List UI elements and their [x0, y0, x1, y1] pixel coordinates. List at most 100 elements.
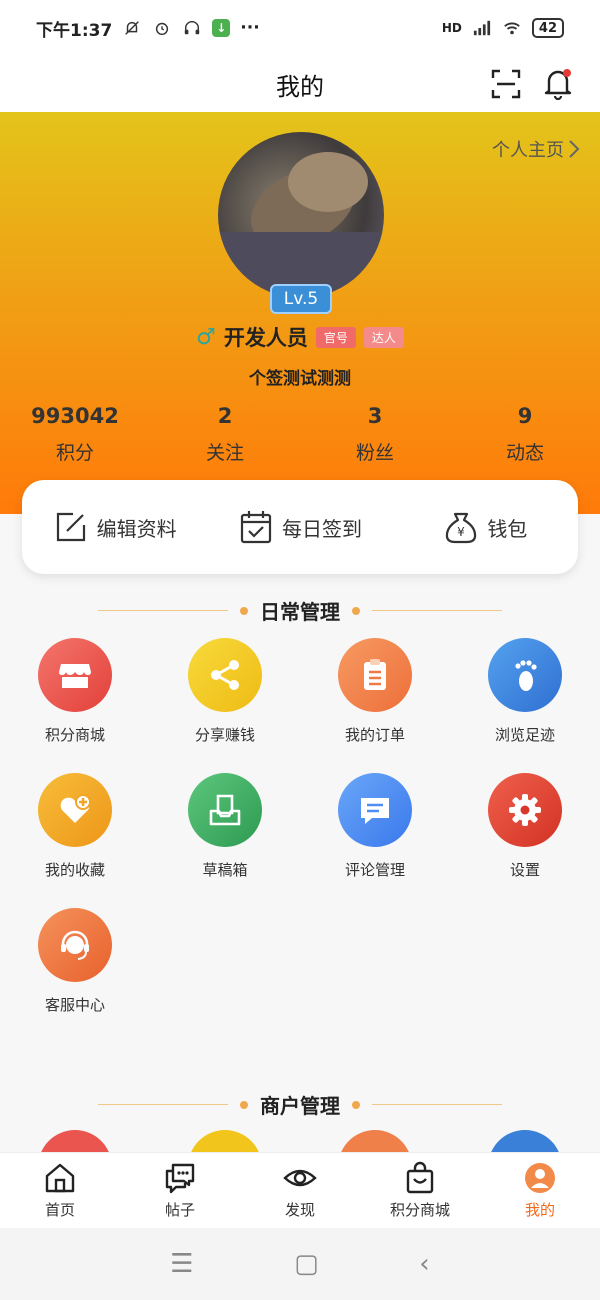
item-label: 我的订单 [344, 726, 405, 744]
nav-label: 积分商城 [389, 1201, 450, 1219]
nav-label: 发现 [284, 1201, 315, 1219]
edit-icon [56, 512, 85, 542]
status-time: 下午1:37 [36, 20, 113, 41]
nav-label: 帖子 [164, 1201, 195, 1219]
divider [372, 1104, 502, 1105]
nav-home[interactable]: 首页 [0, 1153, 120, 1228]
nav-posts[interactable]: 帖子 [120, 1153, 240, 1228]
item-label: 分享赚钱 [194, 726, 255, 744]
nav-label: 首页 [44, 1201, 75, 1219]
stat-label: 动态 [505, 442, 544, 464]
stat-value: 9 [517, 404, 533, 428]
merchant-item-3[interactable] [300, 1130, 450, 1152]
share-earn-item[interactable]: 分享赚钱 [150, 638, 300, 745]
divider [98, 610, 228, 611]
headphones-icon [182, 18, 202, 38]
money-bag-icon: ¥ [446, 512, 477, 544]
my-favorites-item[interactable]: 我的收藏 [0, 773, 150, 880]
item-label: 评论管理 [344, 861, 405, 879]
dot [240, 606, 248, 615]
heart-plus-icon [38, 773, 112, 847]
status-bar: 下午1:37 ↓ ··· HD 42 [0, 0, 600, 56]
page-title: 我的 [276, 72, 324, 101]
profile-header: 个人主页 Lv.5 ♂ 开发人员 官号 达人 个签测试测测 993042 积分 … [0, 112, 600, 514]
level-badge: Lv.5 [270, 284, 332, 314]
item-label: 积分商城 [44, 726, 105, 744]
edit-profile-button[interactable]: 编辑资料 [22, 509, 207, 545]
merchant-item-1[interactable] [0, 1130, 150, 1152]
stats-row: 993042 积分 2 关注 3 粉丝 9 动态 [0, 404, 600, 465]
section-merchant-header: 商户管理 [0, 1090, 600, 1119]
signal-icon [472, 18, 492, 38]
inbox-icon [188, 773, 262, 847]
male-icon: ♂ [196, 324, 216, 350]
title-bar: 我的 [0, 56, 600, 112]
nav-discover[interactable]: 发现 [240, 1153, 360, 1228]
daily-management-grid: 积分商城 分享赚钱 我的订单 浏览足迹 我的收藏 草稿箱 评论管理 设置 客服中… [0, 638, 600, 1015]
divider [98, 1104, 228, 1105]
drafts-item[interactable]: 草稿箱 [150, 773, 300, 880]
alarm-icon [152, 18, 172, 38]
wallet-button[interactable]: ¥ 钱包 [393, 509, 578, 545]
gear-icon [488, 773, 562, 847]
back-icon[interactable]: ‹ [419, 1249, 429, 1279]
daily-checkin-label: 每日签到 [281, 516, 362, 541]
chat-icon [165, 1163, 195, 1194]
stat-label: 关注 [205, 442, 244, 464]
notification-bell-icon[interactable] [542, 66, 574, 101]
calendar-check-icon [240, 511, 272, 544]
wallet-label: 钱包 [487, 516, 528, 541]
stat-points[interactable]: 993042 积分 [0, 404, 150, 465]
stat-following[interactable]: 2 关注 [150, 404, 300, 465]
chevron-right-icon [569, 140, 580, 158]
personal-homepage-label: 个人主页 [492, 140, 564, 161]
edit-profile-label: 编辑资料 [96, 516, 177, 541]
item-label: 我的收藏 [44, 861, 105, 879]
item-label: 草稿箱 [202, 861, 248, 879]
download-icon: ↓ [212, 19, 231, 37]
merchant-icons-peek [0, 1130, 600, 1152]
nav-points-mall[interactable]: 积分商城 [360, 1153, 480, 1228]
item-label: 设置 [509, 861, 540, 879]
settings-item[interactable]: 设置 [450, 773, 600, 880]
avatar-cat-head-shape [288, 152, 368, 212]
comment-icon [338, 773, 412, 847]
battery-indicator: 42 [531, 18, 564, 38]
browse-history-item[interactable]: 浏览足迹 [450, 638, 600, 745]
home-icon [45, 1163, 75, 1193]
system-nav-bar: ☰ ▢ ‹ [0, 1228, 600, 1300]
more-dots-icon: ··· [240, 18, 260, 38]
dot [240, 1100, 248, 1109]
stat-value: 993042 [31, 404, 119, 428]
section-daily-header: 日常管理 [0, 596, 600, 625]
daily-checkin-button[interactable]: 每日签到 [207, 509, 392, 545]
home-square-icon[interactable]: ▢ [294, 1249, 319, 1279]
stat-posts[interactable]: 9 动态 [450, 404, 600, 465]
stat-value: 3 [367, 404, 383, 428]
official-tag: 官号 [315, 326, 356, 348]
bottom-nav: 首页 帖子 发现 积分商城 我的 [0, 1152, 600, 1228]
customer-service-item[interactable]: 客服中心 [0, 908, 150, 1015]
mute-bell-icon [122, 18, 142, 38]
merchant-item-4[interactable] [450, 1130, 600, 1152]
expert-tag: 达人 [363, 326, 404, 348]
stat-followers[interactable]: 3 粉丝 [300, 404, 450, 465]
footprint-icon [488, 638, 562, 712]
scan-icon[interactable] [490, 68, 522, 100]
personal-homepage-link[interactable]: 个人主页 [492, 136, 580, 162]
points-mall-item[interactable]: 积分商城 [0, 638, 150, 745]
comment-management-item[interactable]: 评论管理 [300, 773, 450, 880]
menu-icon[interactable]: ☰ [170, 1249, 193, 1279]
signature: 个签测试测测 [249, 369, 351, 389]
stat-value: 2 [217, 404, 233, 428]
nav-mine[interactable]: 我的 [480, 1153, 600, 1228]
dot [352, 606, 360, 615]
avatar[interactable] [218, 132, 384, 298]
divider [372, 610, 502, 611]
my-orders-item[interactable]: 我的订单 [300, 638, 450, 745]
merchant-item-2[interactable] [150, 1130, 300, 1152]
headset-icon [38, 908, 112, 982]
network-label: HD [441, 21, 462, 35]
item-label: 客服中心 [44, 996, 105, 1014]
stat-label: 积分 [55, 442, 94, 464]
